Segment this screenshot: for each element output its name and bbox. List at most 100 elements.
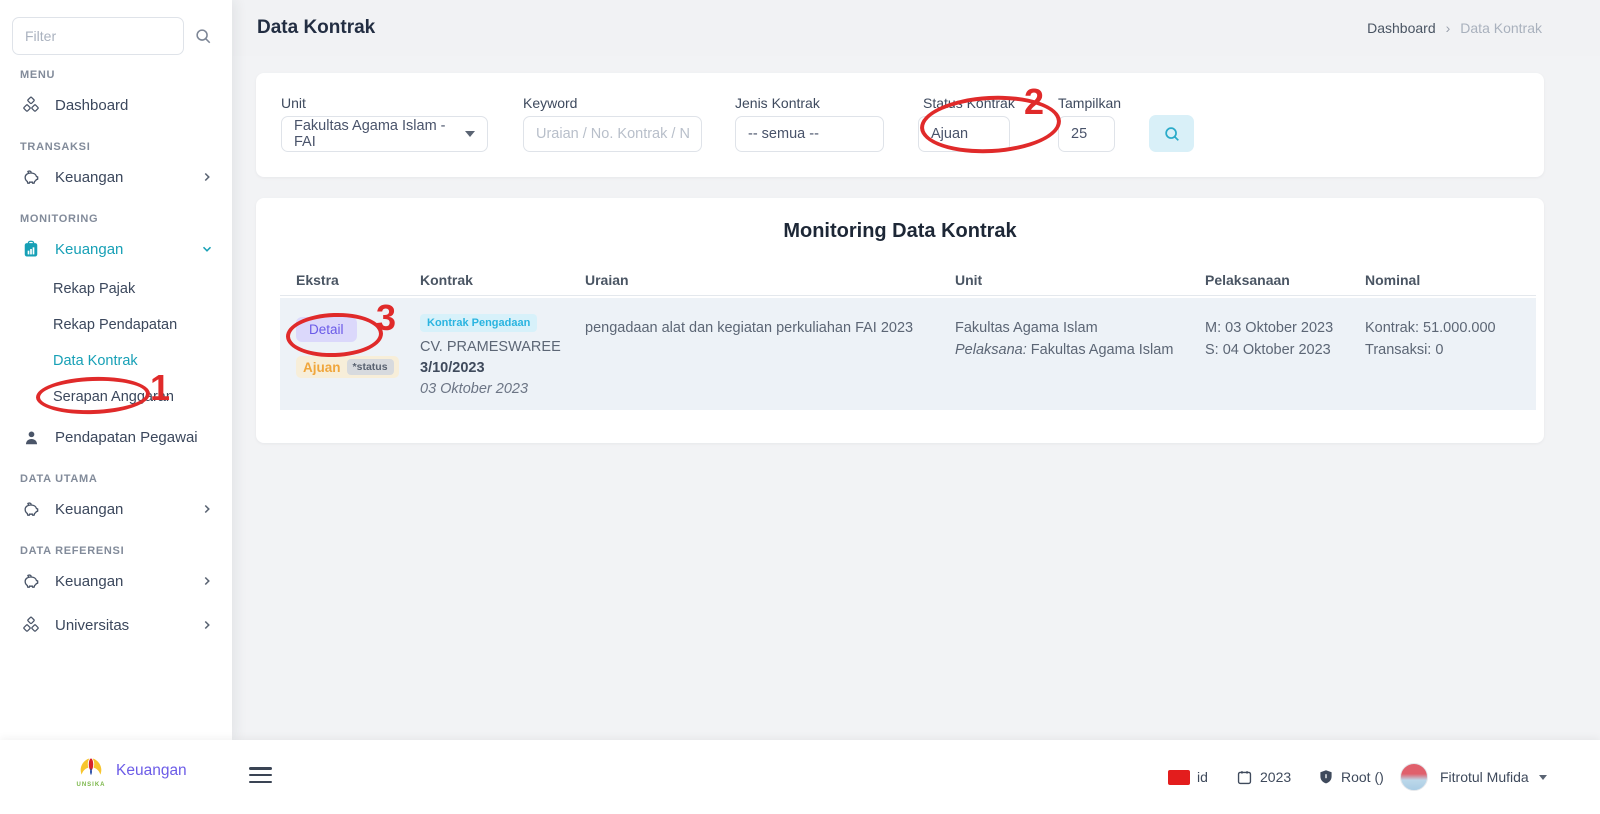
section-label-data-referensi: DATA REFERENSI <box>20 545 125 557</box>
chevron-right-icon <box>200 618 214 632</box>
column-header-uraian: Uraian <box>585 271 629 288</box>
pelaksanaan-selesai: S: 04 Oktober 2023 <box>1205 342 1331 358</box>
subitem-label: Rekap Pendapatan <box>53 317 178 333</box>
chevron-down-icon <box>1538 774 1547 780</box>
cell-uraian: pengadaan alat dan kegiatan perkuliahan … <box>585 312 955 410</box>
nominal-transaksi: Transaksi: 0 <box>1365 342 1444 358</box>
unit-select-value: Fakultas Agama Islam - FAI <box>294 118 446 150</box>
search-icon[interactable] <box>194 27 212 45</box>
person-icon <box>20 428 42 447</box>
kontrak-date-long: 03 Oktober 2023 <box>420 381 529 397</box>
sidebar-item-universitas[interactable]: Universitas <box>0 603 232 647</box>
breadcrumb-separator: › <box>1445 20 1451 36</box>
role-label: Root () <box>1341 769 1384 785</box>
column-header-nominal: Nominal <box>1365 271 1421 288</box>
table-title: Monitoring Data Kontrak <box>783 220 1017 242</box>
subitem-label: Rekap Pajak <box>53 281 136 297</box>
nominal-kontrak: Kontrak: 51.000.000 <box>1365 320 1496 336</box>
sidebar-item-keuangan-data-utama[interactable]: Keuangan <box>0 487 232 531</box>
sidebar: MENU Dashboard TRANSAKSI Keuangan <box>0 0 232 740</box>
year-label: 2023 <box>1260 769 1292 785</box>
column-header-ekstra: Ekstra <box>296 271 339 288</box>
sidebar-subitem-rekap-pajak[interactable]: Rekap Pajak <box>0 271 232 307</box>
keyword-label: Keyword <box>523 95 578 111</box>
piggy-bank-icon <box>20 499 42 519</box>
sidebar-item-pendapatan-pegawai[interactable]: Pendapatan Pegawai <box>0 415 232 459</box>
subitem-label: Data Kontrak <box>53 353 138 369</box>
breadcrumb: Dashboard › Data Kontrak <box>1367 20 1542 36</box>
tampilkan-input[interactable] <box>1058 116 1115 152</box>
sidebar-item-dashboard[interactable]: Dashboard <box>0 83 232 127</box>
sidebar-subitem-rekap-pendapatan[interactable]: Rekap Pendapatan <box>0 307 232 343</box>
table-header-row: Ekstra Kontrak Uraian Unit Pelaksanaan N… <box>280 264 1536 296</box>
section-label-monitoring: MONITORING <box>20 213 99 225</box>
chevron-right-icon <box>200 170 214 184</box>
chevron-right-icon <box>200 574 214 588</box>
calendar-icon <box>1236 769 1253 786</box>
hamburger-menu-icon[interactable] <box>249 767 272 787</box>
keyword-input[interactable] <box>523 116 702 152</box>
sidebar-item-keuangan-monitoring[interactable]: Keuangan <box>0 227 232 271</box>
monitoring-table-panel: Monitoring Data Kontrak Ekstra Kontrak U… <box>256 198 1544 443</box>
sidebar-item-keuangan-data-referensi[interactable]: Keuangan <box>0 559 232 603</box>
status-kontrak-label: Status Kontrak <box>923 95 1015 111</box>
chevron-down-icon <box>200 242 214 256</box>
section-label-data-utama: DATA UTAMA <box>20 473 98 485</box>
page-title: Data Kontrak <box>257 17 376 38</box>
column-header-pelaksanaan: Pelaksanaan <box>1205 271 1290 288</box>
status-badge-label: Ajuan <box>303 359 341 375</box>
shield-icon <box>1318 769 1334 785</box>
pelaksana-label: Pelaksana: <box>955 342 1027 358</box>
indonesia-flag-icon <box>1168 769 1190 785</box>
sidebar-item-label: Universitas <box>55 616 130 634</box>
column-header-kontrak: Kontrak <box>420 271 473 288</box>
pelaksanaan-mulai: M: 03 Oktober 2023 <box>1205 320 1334 336</box>
language-switcher[interactable]: id <box>1168 740 1208 814</box>
year-selector[interactable]: 2023 <box>1236 740 1291 814</box>
breadcrumb-dashboard[interactable]: Dashboard <box>1367 20 1436 36</box>
status-badge-tag: *status <box>346 359 394 375</box>
vendor-name: CV. PRAMESWAREE <box>420 339 561 355</box>
section-label-menu: MENU <box>20 69 56 81</box>
piggy-bank-icon <box>20 167 42 187</box>
role-indicator[interactable]: Root () <box>1318 740 1384 814</box>
brand-subtext: UNSIKA <box>76 782 106 788</box>
unit-name: Fakultas Agama Islam <box>955 320 1098 336</box>
user-menu[interactable]: Fitrotul Mufida <box>1400 740 1547 814</box>
tampilkan-label: Tampilkan <box>1058 95 1122 111</box>
search-icon <box>1163 125 1181 143</box>
cell-nominal: Kontrak: 51.000.000 Transaksi: 0 <box>1365 312 1515 410</box>
status-kontrak-input[interactable] <box>918 116 1010 152</box>
subitem-label: Serapan Anggaran <box>53 389 174 405</box>
page-header: Data Kontrak Dashboard › Data Kontrak <box>232 0 1600 56</box>
cubes-icon <box>20 95 42 115</box>
sidebar-subitem-data-kontrak[interactable]: Data Kontrak <box>0 343 232 379</box>
unsika-logo-icon: UNSIKA <box>72 750 110 792</box>
column-header-unit: Unit <box>955 271 983 288</box>
jenis-kontrak-select[interactable]: -- semua -- <box>735 116 884 152</box>
cell-kontrak: Kontrak Pengadaan CV. PRAMESWAREE 3/10/2… <box>420 312 585 410</box>
bottom-navbar: UNSIKA Keuangan id 2023 Root () Fitrotul… <box>0 740 1600 814</box>
detail-button[interactable]: Detail <box>296 317 357 342</box>
brand[interactable]: UNSIKA Keuangan <box>72 750 187 792</box>
sidebar-item-keuangan-transaksi[interactable]: Keuangan <box>0 155 232 199</box>
piggy-bank-icon <box>20 571 42 591</box>
pelaksana-value: Fakultas Agama Islam <box>1030 342 1174 358</box>
sidebar-item-label: Dashboard <box>55 96 129 114</box>
sidebar-subitem-serapan-anggaran[interactable]: Serapan Anggaran <box>0 379 232 415</box>
cell-pelaksanaan: M: 03 Oktober 2023 S: 04 Oktober 2023 <box>1205 312 1365 410</box>
unit-label: Unit <box>281 95 306 111</box>
jenis-kontrak-label: Jenis Kontrak <box>735 95 820 111</box>
cubes-icon <box>20 615 42 635</box>
user-name: Fitrotul Mufida <box>1440 769 1529 785</box>
sidebar-item-label: Pendapatan Pegawai <box>55 428 198 446</box>
sidebar-item-label: Keuangan <box>55 240 124 258</box>
filter-panel: Unit Fakultas Agama Islam - FAI Keyword … <box>256 73 1544 177</box>
avatar <box>1400 763 1428 791</box>
sidebar-filter-input[interactable] <box>12 17 184 55</box>
cell-ekstra: Detail Ajuan *status <box>296 312 420 410</box>
cell-unit: Fakultas Agama Islam Pelaksana: Fakultas… <box>955 312 1205 410</box>
search-button[interactable] <box>1149 115 1194 152</box>
unit-select[interactable]: Fakultas Agama Islam - FAI <box>281 116 488 152</box>
main-content: Data Kontrak Dashboard › Data Kontrak Un… <box>232 0 1600 740</box>
